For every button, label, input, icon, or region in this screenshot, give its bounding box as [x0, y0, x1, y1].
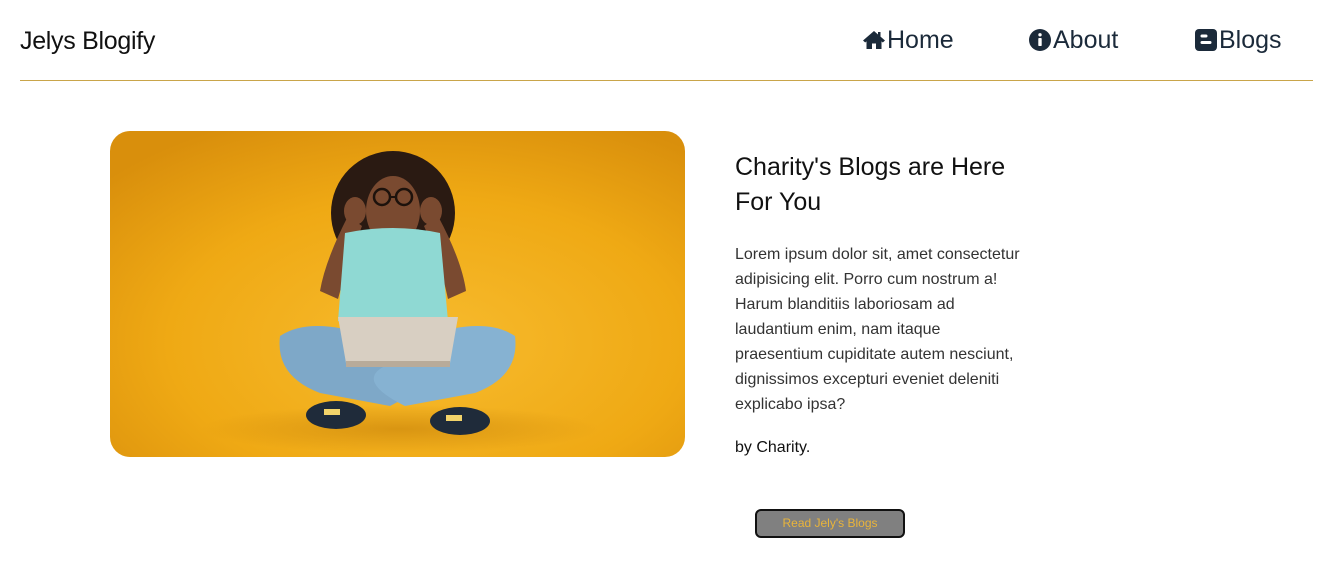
- nav-blogs[interactable]: Blogs: [1194, 26, 1282, 55]
- post-content: Charity's Blogs are Here For You Lorem i…: [735, 150, 1030, 457]
- post-title: Charity's Blogs are Here For You: [735, 153, 1006, 216]
- brand-logo[interactable]: Jelys Blogify: [20, 27, 155, 56]
- woman-with-laptop-photo: [110, 131, 685, 457]
- nav-about[interactable]: About: [1028, 26, 1118, 55]
- blogger-icon: [1194, 28, 1218, 52]
- post-body: Lorem ipsum dolor sit, amet consectetur …: [735, 246, 1020, 413]
- nav-home[interactable]: Home: [862, 26, 954, 55]
- hero-image: [110, 131, 685, 457]
- info-circle-icon: [1028, 28, 1052, 52]
- nav-about-label: About: [1053, 26, 1119, 54]
- home-icon: [862, 28, 886, 52]
- post-author: by Charity.: [735, 439, 811, 456]
- read-blogs-button[interactable]: Read Jely's Blogs: [755, 509, 905, 538]
- nav-blogs-label: Blogs: [1219, 26, 1282, 54]
- nav-home-label: Home: [887, 26, 954, 54]
- navbar: Jelys Blogify Home About Blogs: [20, 0, 1313, 81]
